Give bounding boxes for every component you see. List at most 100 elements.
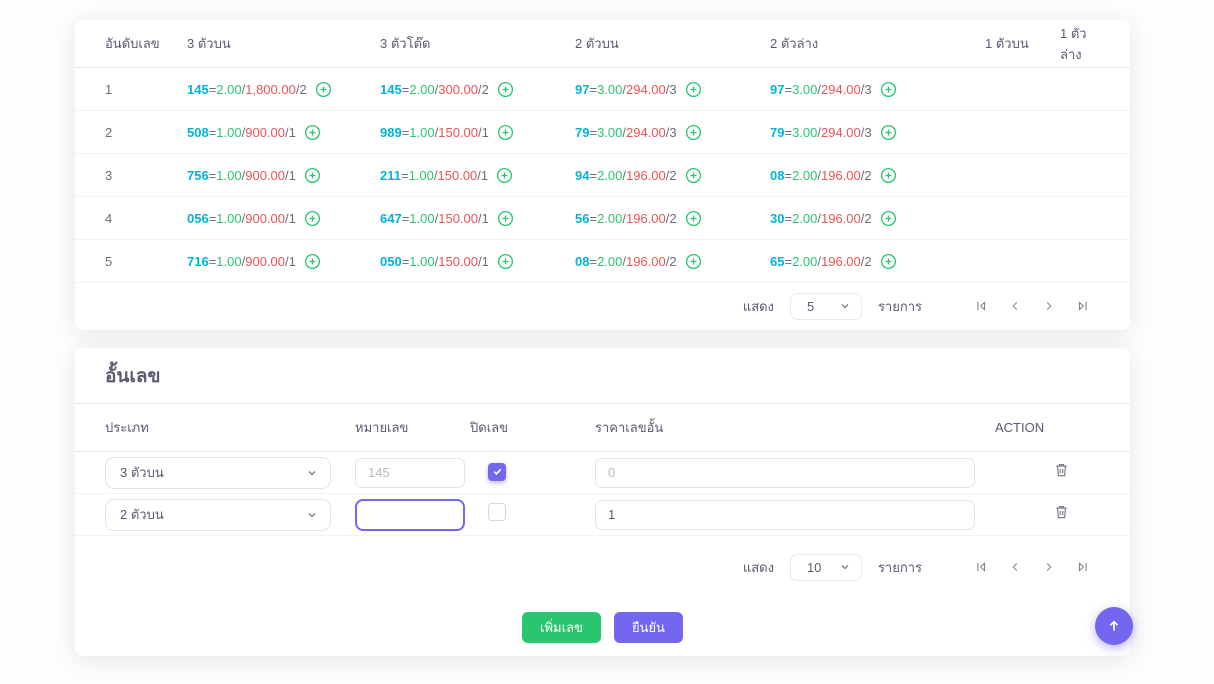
equals-sep: = — [402, 211, 410, 226]
type-select[interactable]: 2 ตัวบน — [105, 499, 331, 531]
page-size-value: 10 — [807, 560, 821, 575]
next-page-button[interactable] — [1032, 298, 1066, 314]
rank-cell: 5 — [105, 254, 187, 269]
first-page-button[interactable] — [964, 298, 998, 314]
bet-cell-3tod: 647=1.00/150.00/1 — [380, 210, 575, 227]
plus-circle-icon — [304, 167, 321, 184]
bet-cell-3top: 716=1.00/900.00/1 — [187, 253, 380, 270]
bet-cell-3tod: 145=2.00/300.00/2 — [380, 81, 575, 98]
bet-total: 294.00 — [821, 82, 861, 97]
add-bet-button[interactable] — [304, 210, 321, 227]
bet-rate: 2.00 — [792, 168, 817, 183]
bet-rate: 1.00 — [409, 168, 434, 183]
rank-cell: 1 — [105, 82, 187, 97]
add-bet-button[interactable] — [880, 253, 897, 270]
bet-total: 196.00 — [821, 211, 861, 226]
add-bet-button[interactable] — [685, 81, 702, 98]
bet-rate: 1.00 — [409, 125, 434, 140]
last-page-button[interactable] — [1066, 298, 1100, 314]
plus-circle-icon — [880, 81, 897, 98]
add-bet-button[interactable] — [880, 124, 897, 141]
equals-sep: = — [589, 254, 597, 269]
add-bet-button[interactable] — [685, 210, 702, 227]
bet-cell-2top: 79=3.00/294.00/3 — [575, 124, 770, 141]
bet-count: /1 — [478, 125, 489, 140]
bet-number: 79 — [770, 125, 784, 140]
results-card: อันดับเลข 3 ตัวบน 3 ตัวโต๊ด 2 ตัวบน 2 ตั… — [75, 20, 1130, 330]
bet-total: 150.00 — [438, 254, 478, 269]
bet-cell-2top: 94=2.00/196.00/2 — [575, 167, 770, 184]
confirm-button[interactable]: ยืนยัน — [614, 612, 683, 643]
bet-total: 900.00 — [245, 211, 285, 226]
col-header-number: หมายเลข — [355, 417, 470, 438]
add-bet-button[interactable] — [304, 124, 321, 141]
add-bet-button[interactable] — [304, 167, 321, 184]
page-size-select[interactable]: 5 — [790, 293, 862, 320]
bet-number: 647 — [380, 211, 402, 226]
bet-rate: 1.00 — [409, 211, 434, 226]
col-header-2bottom: 2 ตัวล่าง — [770, 33, 985, 54]
add-bet-button[interactable] — [880, 210, 897, 227]
equals-sep: = — [589, 125, 597, 140]
add-bet-button[interactable] — [497, 210, 514, 227]
add-bet-button[interactable] — [497, 124, 514, 141]
bet-cell-3top: 145=2.00/1,800.00/2 — [187, 81, 380, 98]
prev-page-button[interactable] — [998, 298, 1032, 314]
bet-total: 900.00 — [245, 125, 285, 140]
trash-icon — [1053, 503, 1070, 521]
form-header-row: ประเภท หมายเลข ปิดเลข ราคาเลขอั้น ACTION — [75, 404, 1130, 452]
bet-rate: 1.00 — [216, 125, 241, 140]
add-bet-button[interactable] — [496, 167, 513, 184]
bet-number: 716 — [187, 254, 209, 269]
delete-row-button[interactable] — [1053, 461, 1070, 479]
number-input[interactable] — [355, 499, 465, 531]
add-bet-button[interactable] — [685, 167, 702, 184]
bet-total: 196.00 — [626, 254, 666, 269]
close-number-checkbox[interactable] — [488, 463, 506, 481]
price-input[interactable] — [595, 500, 975, 530]
price-input[interactable] — [595, 458, 975, 488]
plus-circle-icon — [496, 167, 513, 184]
close-number-checkbox[interactable] — [488, 503, 506, 521]
bet-total: 196.00 — [626, 168, 666, 183]
col-header-2top: 2 ตัวบน — [575, 33, 770, 54]
plus-circle-icon — [880, 124, 897, 141]
add-bet-button[interactable] — [685, 124, 702, 141]
bet-total: 150.00 — [438, 211, 478, 226]
bet-cell-2top: 97=3.00/294.00/3 — [575, 81, 770, 98]
bet-rate: 3.00 — [597, 125, 622, 140]
add-bet-button[interactable] — [497, 253, 514, 270]
equals-sep: = — [589, 211, 597, 226]
plus-circle-icon — [880, 167, 897, 184]
last-page-button[interactable] — [1066, 559, 1100, 575]
bet-count: /3 — [666, 82, 677, 97]
bet-number: 989 — [380, 125, 402, 140]
first-page-button[interactable] — [964, 559, 998, 575]
bet-count: /1 — [478, 211, 489, 226]
add-bet-button[interactable] — [497, 81, 514, 98]
scroll-to-top-button[interactable] — [1095, 607, 1133, 645]
next-page-button[interactable] — [1032, 559, 1066, 575]
page: อันดับเลข 3 ตัวบน 3 ตัวโต๊ด 2 ตัวบน 2 ตั… — [0, 0, 1214, 684]
bet-total: 1,800.00 — [245, 82, 296, 97]
add-bet-button[interactable] — [880, 81, 897, 98]
limit-card: อั้นเลข ประเภท หมายเลข ปิดเลข ราคาเลขอั้… — [75, 348, 1130, 656]
bet-cell-3top: 056=1.00/900.00/1 — [187, 210, 380, 227]
plus-circle-icon — [880, 210, 897, 227]
delete-row-button[interactable] — [1053, 503, 1070, 521]
add-bet-button[interactable] — [315, 81, 332, 98]
equals-sep: = — [209, 82, 217, 97]
prev-page-button[interactable] — [998, 559, 1032, 575]
equals-sep: = — [589, 168, 597, 183]
pagination-nav — [964, 559, 1100, 575]
type-select[interactable]: 3 ตัวบน — [105, 457, 331, 489]
plus-circle-icon — [304, 253, 321, 270]
bet-rate: 1.00 — [216, 254, 241, 269]
add-bet-button[interactable] — [880, 167, 897, 184]
add-bet-button[interactable] — [304, 253, 321, 270]
page-size-select[interactable]: 10 — [790, 554, 862, 581]
add-bet-button[interactable] — [685, 253, 702, 270]
bet-cell-3tod: 050=1.00/150.00/1 — [380, 253, 575, 270]
number-input[interactable] — [355, 458, 465, 488]
add-number-button[interactable]: เพิ่มเลข — [522, 612, 601, 643]
